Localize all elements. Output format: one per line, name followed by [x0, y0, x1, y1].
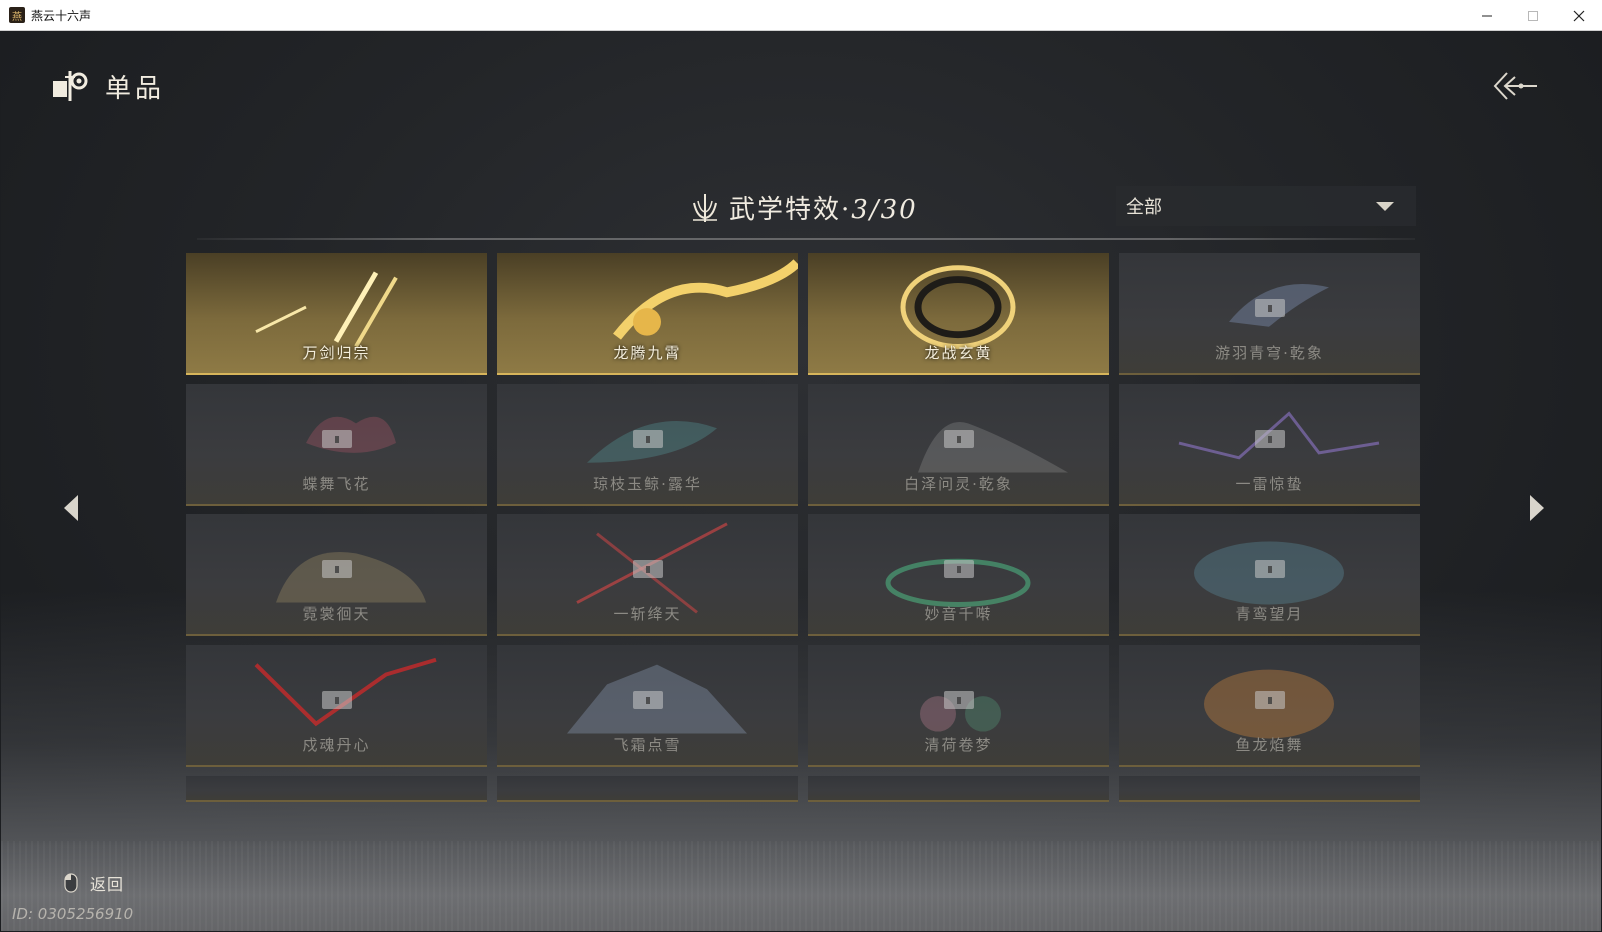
effect-card-label: 龙腾九霄	[613, 344, 682, 362]
effect-card[interactable]: 妙音千啭	[808, 514, 1109, 636]
effect-card[interactable]: 鱼龙焰舞	[1119, 645, 1420, 767]
lock-icon	[1254, 691, 1285, 709]
lotus-blade-icon	[693, 193, 717, 222]
lock-icon	[943, 430, 974, 448]
lock-icon	[321, 691, 352, 709]
effect-card-label: 蝶舞飞花	[302, 475, 371, 493]
effect-card[interactable]: 戍魂丹心	[186, 645, 487, 767]
game-screen: 单品 武学特效·3/30 全部 万剑归宗 龙腾九霄 龙战玄黄 游羽青穹·乾象蝶舞飞花 琼…	[1, 31, 1601, 931]
back-arrow-icon[interactable]	[1491, 71, 1539, 101]
minimize-button[interactable]	[1464, 0, 1510, 31]
effect-card[interactable]: 霓裳徊天	[186, 514, 487, 636]
effect-card[interactable]: 清荷卷梦	[808, 645, 1109, 767]
arrow-left-icon[interactable]	[60, 493, 82, 523]
effect-card-partial[interactable]	[1119, 776, 1420, 802]
effect-card[interactable]: 白泽问灵·乾象	[808, 384, 1109, 506]
filter-selected-value: 全部	[1126, 197, 1162, 218]
section-divider	[197, 238, 1415, 240]
effect-card-label: 鱼龙焰舞	[1235, 736, 1304, 754]
lock-icon	[632, 691, 663, 709]
chevron-down-icon	[1376, 201, 1394, 211]
close-icon	[1573, 10, 1585, 21]
effect-card[interactable]: 龙战玄黄	[808, 253, 1109, 375]
player-id: ID: 0305256910	[12, 905, 134, 923]
effect-card[interactable]: 飞霜点雪	[497, 645, 798, 767]
window-controls	[1464, 0, 1602, 31]
effect-card[interactable]: 游羽青穹·乾象	[1119, 253, 1420, 375]
effect-card-partial[interactable]	[186, 776, 487, 802]
effect-card[interactable]: 琼枝玉鲸·露华	[497, 384, 798, 506]
lock-icon	[632, 430, 663, 448]
lock-icon	[943, 691, 974, 709]
back-button[interactable]: 返回	[64, 871, 124, 895]
effect-card[interactable]: 一斩绛天	[497, 514, 798, 636]
effect-card-label: 霓裳徊天	[302, 605, 371, 623]
section-title-text: 武学特效·	[729, 195, 852, 225]
back-label: 返回	[90, 875, 125, 894]
effect-card-label: 妙音千啭	[924, 605, 993, 623]
effect-card-label: 龙战玄黄	[924, 344, 993, 362]
effect-card-label: 琼枝玉鲸·露华	[593, 475, 702, 493]
effect-card-label: 万剑归宗	[302, 344, 371, 362]
effect-card-label: 一雷惊蛰	[1235, 475, 1304, 493]
effect-card[interactable]: 蝶舞飞花	[186, 384, 487, 506]
lock-icon	[1254, 430, 1285, 448]
mouse-right-click-icon	[64, 873, 78, 893]
section-count: 3/30	[851, 195, 918, 225]
effect-card[interactable]: 青鸾望月	[1119, 514, 1420, 636]
section-title: 武学特效·3/30	[729, 189, 918, 226]
effect-card-label: 戍魂丹心	[302, 736, 371, 754]
window-title: 燕云十六声	[31, 8, 92, 23]
effect-card-label: 游羽青穹·乾象	[1215, 344, 1324, 362]
window-titlebar: 燕 燕云十六声	[0, 0, 1602, 31]
effect-card[interactable]: 万剑归宗	[186, 253, 487, 375]
maximize-icon	[1528, 10, 1538, 21]
lock-icon	[321, 560, 352, 578]
ground-texture	[1, 841, 1601, 931]
page-title: 单品	[105, 73, 166, 104]
section-header: 武学特效·3/30	[691, 189, 918, 226]
lock-icon	[1254, 560, 1285, 578]
lock-icon	[1254, 299, 1285, 317]
effect-card-label: 一斩绛天	[613, 605, 682, 623]
game-logo-icon: 燕	[9, 7, 25, 23]
minimize-icon	[1482, 15, 1492, 16]
close-button[interactable]	[1556, 0, 1602, 31]
arrow-right-icon[interactable]	[1526, 493, 1548, 523]
lock-icon	[321, 430, 352, 448]
effect-card-label: 青鸾望月	[1235, 605, 1304, 623]
effect-card-label: 飞霜点雪	[613, 736, 682, 754]
items-icon	[53, 71, 88, 101]
maximize-button[interactable]	[1510, 0, 1556, 31]
effect-card-partial[interactable]	[497, 776, 798, 802]
effect-card-label: 清荷卷梦	[924, 736, 993, 754]
effect-card-partial[interactable]	[808, 776, 1109, 802]
lock-icon	[632, 560, 663, 578]
category-filter-dropdown[interactable]: 全部	[1116, 186, 1416, 226]
effect-card[interactable]: 一雷惊蛰	[1119, 384, 1420, 506]
page-header: 单品	[51, 67, 165, 105]
effect-card-label: 白泽问灵·乾象	[904, 475, 1013, 493]
lock-icon	[943, 560, 974, 578]
effect-card[interactable]: 龙腾九霄	[497, 253, 798, 375]
